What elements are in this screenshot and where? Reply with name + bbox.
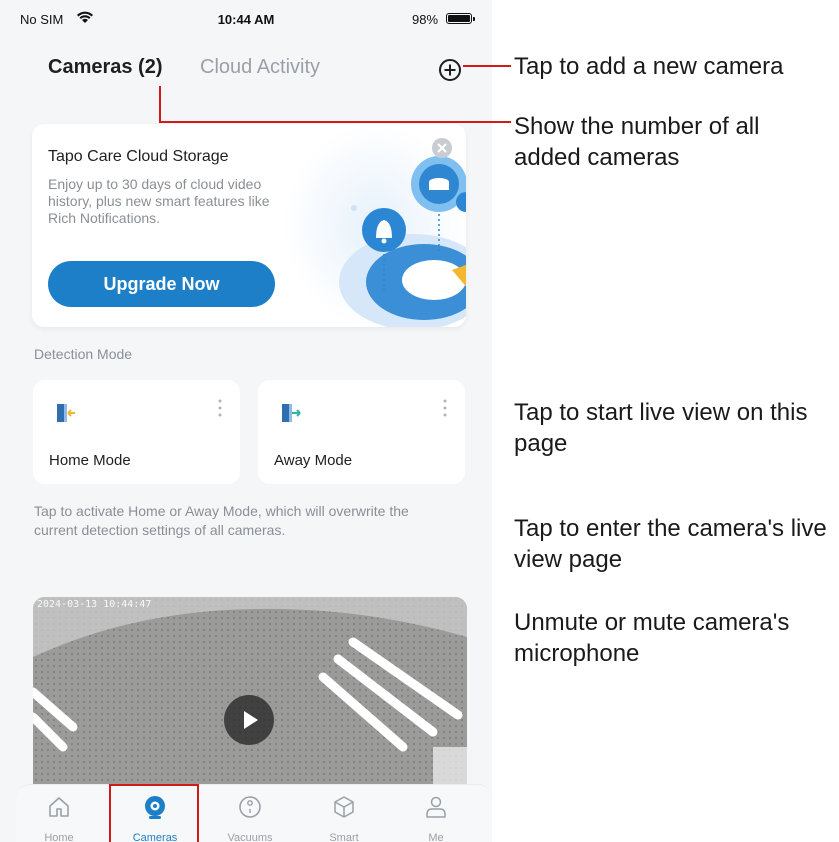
nav-label-vacuums: Vacuums [227,832,273,842]
play-button[interactable] [224,695,274,745]
more-options-icon[interactable] [218,398,222,418]
callout-camera-count: Show the number of all added cameras [514,113,760,171]
header: Cameras (2) Cloud Activity [0,48,492,88]
tab-cloud-activity[interactable]: Cloud Activity [200,56,320,79]
detection-mode-label: Detection Mode [34,346,133,362]
upgrade-now-button[interactable]: Upgrade Now [48,261,275,307]
close-icon[interactable] [432,138,452,158]
home-mode-icon [57,404,75,422]
promo-title: Tapo Care Cloud Storage [48,148,229,165]
vacuum-icon [239,796,261,818]
callout-line-count-vertical [159,86,161,123]
play-icon [244,711,258,729]
nav-label-smart: Smart [329,832,359,842]
camera-timestamp: 2024-03-13 10:44:47 [37,599,152,610]
home-mode-label: Home Mode [49,452,131,469]
status-bar: No SIM 10:44 AM 98% [0,0,492,40]
nav-item-vacuums[interactable]: Vacuums [210,785,290,842]
tab-cameras[interactable]: Cameras (2) [48,56,163,79]
cube-icon [334,796,354,818]
home-mode-card[interactable]: Home Mode [33,380,240,484]
battery-percent: 98% [412,12,439,27]
more-options-icon[interactable] [443,398,447,418]
callout-live-view: Tap to start live view on this page [514,399,808,457]
away-mode-card[interactable]: Away Mode [258,380,465,484]
camera-live-preview[interactable]: 2024-03-13 10:44:47 [33,597,467,797]
nav-item-me[interactable]: Me [396,785,476,842]
phone-screen: No SIM 10:44 AM 98% Cameras (2) Cloud Ac… [0,0,492,842]
person-icon [426,796,446,818]
callout-line-add [463,65,511,67]
away-mode-icon [282,404,301,422]
nav-label-home: Home [44,832,74,842]
callout-add-camera: Tap to add a new camera [514,53,784,80]
nav-item-home[interactable]: Home [19,785,99,842]
promo-card: Tapo Care Cloud Storage Enjoy up to 30 d… [32,124,466,327]
promo-description: Enjoy up to 30 days of cloud video histo… [48,176,270,226]
callout-mute: Unmute or mute camera's microphone [514,609,790,667]
plus-circle-icon[interactable] [437,57,463,83]
home-icon [49,797,69,817]
bottom-nav: Home Cameras Vacuums Smart Me [16,784,492,842]
away-mode-label: Away Mode [274,452,353,469]
callout-enter-live-view: Tap to enter the camera's live view page [514,515,827,573]
detection-mode-hint: Tap to activate Home or Away Mode, which… [34,503,409,538]
cameras-tab-highlight [109,784,199,842]
nav-label-me: Me [428,832,444,842]
nav-item-smart[interactable]: Smart [304,785,384,842]
callout-line-count-horizontal [159,121,511,123]
battery-icon [446,13,475,24]
